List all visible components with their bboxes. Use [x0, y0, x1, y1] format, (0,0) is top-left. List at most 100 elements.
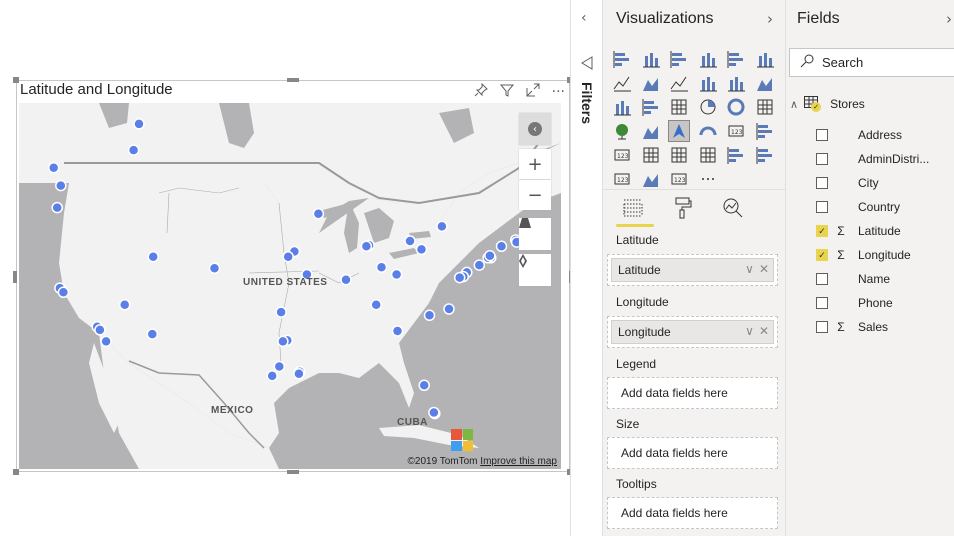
map-point[interactable]	[484, 249, 496, 262]
collapse-chevron-icon[interactable]: ‹	[581, 10, 587, 26]
map-point[interactable]	[415, 243, 428, 256]
table-icon[interactable]	[668, 144, 690, 166]
map-point[interactable]	[273, 360, 286, 373]
treemap-icon[interactable]	[754, 96, 776, 118]
longitude-field-pill[interactable]: Longitude ∨ ✕	[611, 320, 774, 344]
chevron-down-icon[interactable]: ∨	[745, 262, 754, 276]
map-visual[interactable]: Latitude and Longitude ··· UNITED STATES…	[13, 77, 573, 475]
map-style-picker-button[interactable]: ‹	[519, 113, 551, 145]
map-point[interactable]	[340, 273, 352, 286]
resize-handle[interactable]	[13, 271, 17, 283]
map-point[interactable]	[94, 324, 106, 336]
fields-tab[interactable]	[619, 196, 647, 220]
map-point[interactable]	[282, 250, 294, 263]
latitude-well[interactable]: Latitude ∨ ✕	[607, 254, 778, 286]
size-well[interactable]: Add data fields here	[607, 437, 778, 469]
map-point[interactable]	[118, 299, 131, 311]
azure-map-icon[interactable]	[668, 120, 690, 142]
field-item[interactable]: City	[816, 174, 879, 192]
waterfall-icon[interactable]	[611, 96, 633, 118]
slicer-icon[interactable]	[640, 144, 662, 166]
map-point[interactable]	[127, 144, 140, 156]
filled-map-icon[interactable]	[640, 120, 662, 142]
format-tab[interactable]	[669, 196, 697, 220]
chevron-right-icon[interactable]: ›	[946, 10, 952, 28]
scatter-icon[interactable]	[668, 96, 690, 118]
remove-icon[interactable]: ✕	[759, 262, 769, 276]
map-point[interactable]	[47, 162, 60, 174]
map-icon[interactable]	[611, 120, 633, 142]
filter-icon[interactable]	[499, 83, 514, 101]
map-point[interactable]	[418, 379, 430, 392]
pin-icon[interactable]	[474, 82, 488, 101]
ribbon-chart-icon[interactable]	[754, 72, 776, 94]
map-point[interactable]	[51, 201, 63, 214]
tooltips-well[interactable]: Add data fields here	[607, 497, 778, 529]
field-item[interactable]: Phone	[816, 294, 893, 312]
field-checkbox[interactable]: ✓	[816, 225, 828, 237]
chevron-down-icon[interactable]: ∨	[745, 324, 754, 338]
collapse-chevron-icon[interactable]: ∧	[790, 98, 798, 111]
map-point[interactable]	[208, 262, 221, 274]
arcgis-icon[interactable]	[640, 168, 662, 190]
map-point[interactable]	[100, 335, 112, 348]
map-point[interactable]	[423, 309, 436, 322]
field-item[interactable]: AdminDistri...	[816, 150, 929, 168]
map-point[interactable]	[57, 286, 70, 299]
compass-button[interactable]	[519, 254, 551, 286]
resize-handle[interactable]	[13, 77, 19, 83]
map-point[interactable]	[277, 335, 289, 348]
kpi-icon[interactable]: 123	[611, 144, 633, 166]
map-point[interactable]	[312, 208, 325, 220]
remove-icon[interactable]: ✕	[759, 324, 769, 338]
map-point[interactable]	[375, 261, 388, 273]
map-point[interactable]	[473, 259, 486, 271]
map-point[interactable]	[436, 220, 448, 233]
filters-pane[interactable]: ‹ Filters	[570, 0, 602, 536]
line-clustered-column-icon[interactable]	[725, 72, 747, 94]
field-item[interactable]: Name	[816, 270, 890, 288]
field-item[interactable]: ✓ Σ Latitude	[816, 222, 901, 240]
pitch-button[interactable]	[519, 218, 551, 250]
donut-icon[interactable]	[725, 96, 747, 118]
power-apps-icon[interactable]: 123	[668, 168, 690, 190]
card-icon[interactable]: 123	[725, 120, 747, 142]
map-point[interactable]	[146, 328, 159, 340]
100-stacked-bar-icon[interactable]	[725, 48, 747, 70]
zoom-out-button[interactable]: −	[519, 180, 551, 210]
field-item[interactable]: Σ Sales	[816, 318, 888, 336]
field-checkbox[interactable]	[816, 129, 828, 141]
map-point[interactable]	[360, 240, 373, 253]
field-item[interactable]: Address	[816, 126, 902, 144]
line-chart-icon[interactable]	[611, 72, 633, 94]
map-area[interactable]: UNITED STATES MEXICO CUBA ‹ + − ©2019 To…	[19, 103, 561, 469]
longitude-well[interactable]: Longitude ∨ ✕	[607, 316, 778, 348]
focus-mode-icon[interactable]	[526, 83, 540, 101]
map-point[interactable]	[495, 240, 508, 253]
line-column-icon[interactable]	[697, 72, 719, 94]
map-point[interactable]	[428, 406, 440, 419]
field-checkbox[interactable]	[816, 153, 828, 165]
map-point[interactable]	[275, 306, 287, 318]
fields-search-input[interactable]: Search	[789, 48, 954, 77]
map-point[interactable]	[404, 235, 416, 247]
stacked-column-icon[interactable]	[640, 48, 662, 70]
map-point[interactable]	[147, 250, 159, 263]
chevron-right-icon[interactable]: ›	[767, 10, 773, 28]
map-point[interactable]	[391, 325, 404, 337]
clustered-column-icon[interactable]	[697, 48, 719, 70]
field-item[interactable]: ✓ Σ Longitude	[816, 246, 911, 264]
table-stores[interactable]: ∧ ✓ Stores	[790, 96, 865, 112]
filters-label[interactable]: Filters	[579, 82, 595, 124]
analytics-tab[interactable]	[719, 196, 747, 220]
stacked-area-icon[interactable]	[668, 72, 690, 94]
field-checkbox[interactable]	[816, 297, 828, 309]
improve-map-link[interactable]: Improve this map	[480, 456, 557, 467]
legend-well[interactable]: Add data fields here	[607, 377, 778, 409]
pie-icon[interactable]	[697, 96, 719, 118]
field-checkbox[interactable]	[816, 201, 828, 213]
map-point[interactable]	[293, 368, 305, 380]
field-checkbox[interactable]: ✓	[816, 249, 828, 261]
map-point[interactable]	[453, 271, 466, 284]
map-point[interactable]	[55, 179, 67, 192]
